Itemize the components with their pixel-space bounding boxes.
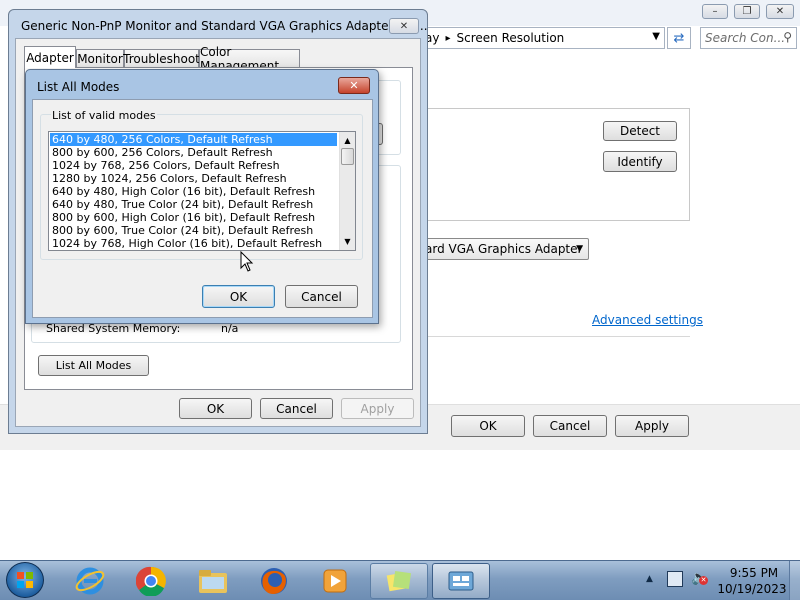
tray-network-icon[interactable]: [667, 571, 683, 587]
display-dropdown-value: ard VGA Graphics Adapter: [425, 242, 583, 256]
modes-scrollbar[interactable]: ▲ ▼: [339, 132, 355, 250]
tab-troubleshoot[interactable]: Troubleshoot: [123, 49, 200, 68]
bg-minimize-button[interactable]: –: [702, 4, 728, 19]
close-icon: ✕: [349, 79, 359, 92]
modes-list: 640 by 480, 256 Colors, Default Refresh 8…: [49, 132, 338, 250]
tray-volume-muted-icon[interactable]: 🔈✕: [691, 570, 708, 586]
address-bar[interactable]: ay ▸ Screen Resolution ▼: [420, 27, 665, 49]
taskbar-firefox[interactable]: [254, 563, 294, 599]
start-button[interactable]: [6, 562, 44, 598]
tray-clock-time[interactable]: 9:55 PM: [728, 566, 780, 580]
media-player-icon: [323, 569, 347, 593]
breadcrumb-separator-icon[interactable]: ▸: [445, 33, 450, 44]
modes-close-button[interactable]: ✕: [338, 77, 370, 94]
identify-button[interactable]: Identify: [603, 151, 677, 172]
chrome-icon: [136, 566, 166, 596]
tab-monitor[interactable]: Monitor: [76, 49, 124, 68]
list-all-modes-dialog: List All Modes ✕ List of valid modes 640…: [25, 69, 379, 324]
mode-list-item[interactable]: 1280 by 1024, 256 Colors, Default Refres…: [50, 172, 337, 185]
bg-ok-button[interactable]: OK: [451, 415, 525, 437]
mode-list-item[interactable]: 1024 by 768, 256 Colors, Default Refresh: [50, 159, 337, 172]
bg-close-button[interactable]: ✕: [766, 4, 794, 19]
internet-explorer-icon: [75, 567, 105, 595]
scroll-thumb[interactable]: [341, 148, 354, 165]
mode-list-item[interactable]: 800 by 600, High Color (16 bit), Default…: [50, 211, 337, 224]
folder-icon: [199, 570, 227, 593]
tray-clock-date[interactable]: 10/19/2023: [716, 582, 788, 596]
taskbar-ie[interactable]: [70, 563, 110, 599]
modes-cancel-button[interactable]: Cancel: [285, 285, 358, 308]
taskbar-chrome[interactable]: [131, 563, 171, 599]
props-cancel-button[interactable]: Cancel: [260, 398, 333, 419]
show-desktop-button[interactable]: [789, 561, 800, 600]
bg-maximize-button[interactable]: ❐: [734, 4, 760, 19]
bg-apply-button[interactable]: Apply: [615, 415, 689, 437]
dropdown-arrow-icon: ▼: [576, 244, 583, 254]
taskbar-media[interactable]: [315, 563, 355, 599]
taskbar-sticky-notes[interactable]: [370, 563, 428, 599]
bg-divider: [420, 336, 690, 337]
mode-list-item[interactable]: 800 by 600, True Color (24 bit), Default…: [50, 224, 337, 237]
sticky-notes-icon: [386, 570, 412, 592]
taskbar-explorer[interactable]: [193, 563, 233, 599]
breadcrumb-screen-resolution[interactable]: Screen Resolution: [457, 31, 565, 45]
mode-list-item[interactable]: 800 by 600, 256 Colors, Default Refresh: [50, 146, 337, 159]
modes-listbox[interactable]: 640 by 480, 256 Colors, Default Refresh 8…: [48, 131, 356, 251]
props-close-button[interactable]: ✕: [389, 18, 419, 34]
mode-list-item[interactable]: 640 by 480, True Color (24 bit), Default…: [50, 198, 337, 211]
address-dropdown-icon[interactable]: ▼: [652, 31, 660, 42]
detect-button[interactable]: Detect: [603, 121, 677, 141]
modes-ok-button[interactable]: OK: [202, 285, 275, 308]
search-placeholder: Search Con...: [705, 31, 786, 45]
props-apply-button[interactable]: Apply: [341, 398, 414, 419]
control-panel-icon: [448, 571, 474, 591]
mode-list-item[interactable]: 1024 by 768, High Color (16 bit), Defaul…: [50, 237, 337, 250]
advanced-settings-link[interactable]: Advanced settings: [592, 313, 703, 327]
props-ok-button[interactable]: OK: [179, 398, 252, 419]
tab-color-management[interactable]: Color Management: [199, 45, 300, 73]
display-dropdown[interactable]: ard VGA Graphics Adapter ▼: [420, 238, 589, 260]
scroll-down-arrow[interactable]: ▼: [341, 234, 354, 248]
taskbar-control-panel[interactable]: [432, 563, 490, 599]
tab-adapter[interactable]: Adapter: [24, 46, 76, 68]
valid-modes-label: List of valid modes: [51, 109, 157, 122]
mode-list-item[interactable]: 640 by 480, High Color (16 bit), Default…: [50, 185, 337, 198]
mode-list-item[interactable]: 640 by 480, 256 Colors, Default Refresh: [49, 132, 338, 147]
refresh-icon: ⇄: [673, 30, 685, 46]
mouse-cursor-icon: [240, 251, 254, 272]
search-icon: ⚲: [783, 30, 792, 44]
modes-title: List All Modes: [37, 80, 120, 94]
props-title: Generic Non-PnP Monitor and Standard VGA…: [21, 19, 428, 33]
windows-logo-icon: [17, 572, 33, 588]
scroll-up-arrow[interactable]: ▲: [341, 133, 354, 147]
search-box[interactable]: Search Con... ⚲: [700, 27, 797, 49]
bg-cancel-button[interactable]: Cancel: [533, 415, 607, 437]
list-all-modes-button[interactable]: List All Modes: [38, 355, 149, 376]
tray-show-hidden-icon[interactable]: ▲: [646, 574, 653, 584]
refresh-button[interactable]: ⇄: [667, 27, 691, 49]
firefox-icon: [261, 568, 287, 594]
